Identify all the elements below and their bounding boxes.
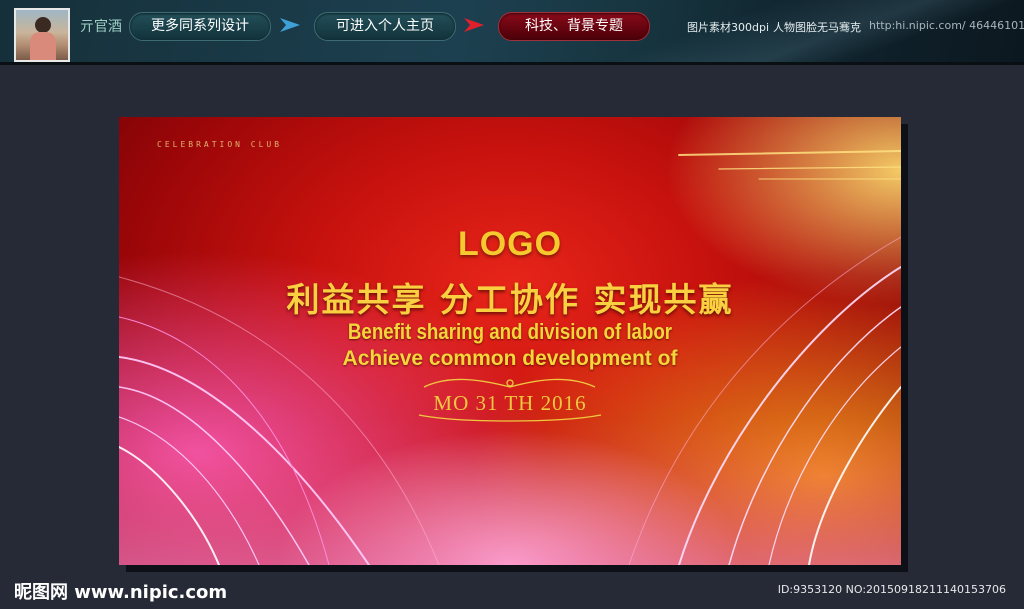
image-id-text: ID:9353120 NO:20150918211140153706 <box>777 583 1006 596</box>
top-bar: 亓官酒 更多同系列设计 可进入个人主页 科技、背景专题 图片素材300dpi 人… <box>0 0 1024 65</box>
celebration-club-text: CELEBRATION CLUB <box>157 140 283 149</box>
nipic-watermark: 昵图网 www.nipic.com <box>14 582 228 603</box>
username-link[interactable]: 亓官酒 <box>80 16 122 36</box>
avatar[interactable] <box>14 8 70 62</box>
english-line-2: Achieve common development of <box>342 347 678 370</box>
english-line-1: Benefit sharing and division of labor <box>347 319 673 344</box>
arrow-right-icon <box>280 18 300 32</box>
logo-text: LOGO <box>457 225 563 263</box>
avatar-head <box>35 17 51 33</box>
date-text: MO 31 TH 2016 <box>433 391 587 415</box>
more-series-button[interactable]: 更多同系列设计 <box>129 12 271 41</box>
chinese-title: 利益共享 分工协作 实现共赢 <box>286 280 734 319</box>
topic-button[interactable]: 科技、背景专题 <box>498 12 650 41</box>
face-info-text: 人物图脸无马骞克 <box>773 21 861 34</box>
personal-homepage-button[interactable]: 可进入个人主页 <box>314 12 456 41</box>
homepage-url-link[interactable]: http:hi.nipic.com/ 464461016 <box>869 19 1024 32</box>
avatar-body <box>30 32 56 60</box>
poster-image: CELEBRATION CLUB LOGO 利益共享 分工协作 实现共赢 Ben… <box>119 117 901 565</box>
arrow-right-red-icon <box>464 18 484 32</box>
dpi-info-text: 图片素材300dpi <box>687 21 770 34</box>
